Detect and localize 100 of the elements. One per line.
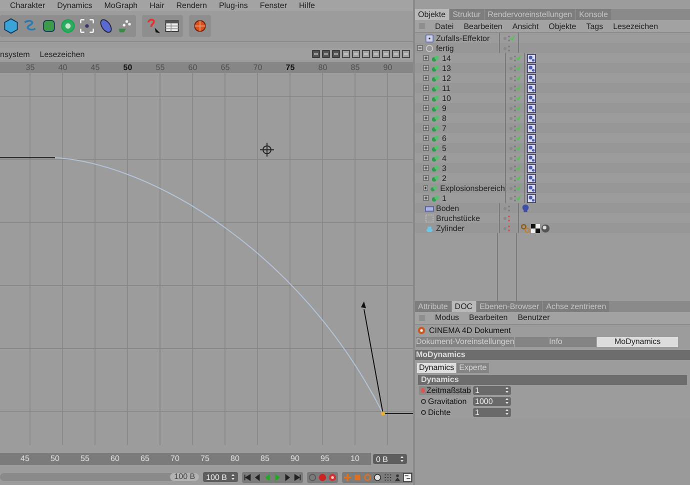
check-icon[interactable] xyxy=(516,85,521,91)
menu-item[interactable]: Datei xyxy=(435,22,454,30)
visibility-dots-icon[interactable] xyxy=(509,134,517,142)
tangent-arrow[interactable] xyxy=(361,301,384,414)
autokey-icon[interactable] xyxy=(328,472,337,482)
check-icon[interactable] xyxy=(516,195,521,201)
cube-icon[interactable] xyxy=(40,17,58,35)
expand-icon[interactable] xyxy=(423,185,428,191)
cube-icon[interactable] xyxy=(2,17,20,35)
visibility-dots-icon[interactable] xyxy=(503,214,511,222)
check-icon[interactable] xyxy=(516,185,521,191)
object-name[interactable]: 6 xyxy=(442,134,446,142)
visibility-dots-icon[interactable] xyxy=(509,124,517,132)
expand-icon[interactable] xyxy=(423,195,429,201)
expand-icon[interactable] xyxy=(423,135,429,141)
visibility-dots-icon[interactable] xyxy=(503,204,511,212)
menu-item[interactable]: Fenster xyxy=(260,1,287,10)
expand-icon[interactable] xyxy=(423,155,429,161)
collapse-icon[interactable] xyxy=(417,45,423,51)
object-name[interactable]: 4 xyxy=(442,154,446,162)
menu-item[interactable]: Lesezeichen xyxy=(613,22,658,30)
check-icon[interactable] xyxy=(510,35,515,41)
check-icon[interactable] xyxy=(516,145,521,151)
tile-icon[interactable] xyxy=(527,64,536,72)
tile-icon[interactable] xyxy=(527,104,536,112)
object-name[interactable]: 10 xyxy=(442,94,451,102)
tile-icon[interactable] xyxy=(527,114,536,122)
visibility-dots-icon[interactable] xyxy=(509,64,517,72)
range-slider[interactable]: 100 B xyxy=(0,473,200,481)
expand-icon[interactable] xyxy=(423,75,429,81)
menu-item[interactable]: Rendern xyxy=(176,1,207,10)
check-icon[interactable] xyxy=(516,115,521,121)
check-icon[interactable] xyxy=(516,105,521,111)
expand-icon[interactable] xyxy=(423,175,429,181)
menu-item[interactable]: MoGraph xyxy=(104,1,138,10)
object-name[interactable]: Zufalls-Effektor xyxy=(436,34,490,42)
particles-icon[interactable] xyxy=(116,17,134,35)
spinner-icon[interactable] xyxy=(505,408,509,416)
object-name[interactable]: fertig xyxy=(436,44,454,52)
expand-icon[interactable] xyxy=(423,65,429,71)
check-icon[interactable] xyxy=(516,95,521,101)
tile-icon[interactable] xyxy=(527,74,536,82)
tile-icon[interactable] xyxy=(527,124,536,132)
tile-icon[interactable] xyxy=(527,154,536,162)
menu-item[interactable]: Plug-ins xyxy=(218,1,248,10)
number-field[interactable]: 1 xyxy=(473,408,511,417)
menu-item[interactable]: Dynamics xyxy=(57,1,92,10)
menu-item[interactable]: nsystem xyxy=(0,50,30,58)
visibility-dots-icon[interactable] xyxy=(509,184,517,192)
object-name[interactable]: 3 xyxy=(442,164,446,172)
object-name[interactable]: 7 xyxy=(442,124,446,132)
field-label[interactable]: Gravitation xyxy=(419,397,471,406)
object-name[interactable]: Boden xyxy=(436,204,460,212)
menu-item[interactable]: Bearbeiten xyxy=(464,22,502,30)
timeline-icon[interactable] xyxy=(403,472,412,482)
tile-icon[interactable] xyxy=(527,164,536,172)
check-icon[interactable] xyxy=(516,135,521,141)
expand-icon[interactable] xyxy=(423,125,429,131)
object-name[interactable]: Bruchstücke xyxy=(436,214,480,222)
object-name[interactable]: 8 xyxy=(442,114,446,122)
menu-item[interactable]: Ansicht xyxy=(512,22,539,30)
number-field[interactable]: 1 xyxy=(473,386,511,395)
expand-icon[interactable] xyxy=(423,165,429,171)
spinner-icon[interactable] xyxy=(505,397,509,405)
menu-item[interactable]: Tags xyxy=(586,22,604,30)
menu-item[interactable]: Charakter xyxy=(10,1,46,10)
object-name[interactable]: 2 xyxy=(442,174,446,182)
expand-icon[interactable] xyxy=(423,95,429,101)
spinner-icon[interactable] xyxy=(400,455,404,463)
render-icon[interactable] xyxy=(191,17,209,35)
object-name[interactable]: Zylinder xyxy=(436,224,464,232)
panel-tab[interactable]: Objekte xyxy=(415,9,449,20)
visibility-dots-icon[interactable] xyxy=(509,114,517,122)
object-name[interactable]: 12 xyxy=(442,74,451,82)
number-field[interactable]: 1000 xyxy=(473,397,511,406)
check-icon[interactable] xyxy=(516,55,521,61)
parameter-icon[interactable] xyxy=(373,472,382,482)
check-icon[interactable] xyxy=(516,175,521,181)
end-frame-field[interactable]: 100 B xyxy=(203,472,238,482)
sub-tab[interactable]: Dynamics xyxy=(417,362,456,372)
visibility-dots-icon[interactable] xyxy=(503,34,511,42)
menu-item[interactable]: Lesezeichen xyxy=(40,50,85,58)
tile-icon[interactable] xyxy=(527,54,536,62)
menu-item[interactable]: Hair xyxy=(150,1,164,10)
tile-icon[interactable] xyxy=(527,144,536,152)
visibility-dots-icon[interactable] xyxy=(509,174,517,182)
object-name[interactable]: 14 xyxy=(442,54,451,62)
check-icon[interactable] xyxy=(516,125,521,131)
spinner-icon[interactable] xyxy=(505,386,509,394)
spinner-icon[interactable] xyxy=(231,473,235,481)
menu-item[interactable]: Benutzer xyxy=(518,313,550,322)
check-icon[interactable] xyxy=(516,65,521,71)
field-label[interactable]: Zeitmaßstab xyxy=(419,386,471,395)
object-name[interactable]: 5 xyxy=(442,144,446,152)
expand-icon[interactable] xyxy=(423,115,429,121)
expand-icon[interactable] xyxy=(423,55,429,61)
visibility-dots-icon[interactable] xyxy=(509,194,517,202)
menu-item[interactable]: Modus xyxy=(435,313,460,322)
next-frame-icon[interactable] xyxy=(283,472,292,482)
expand-icon[interactable] xyxy=(423,145,429,151)
